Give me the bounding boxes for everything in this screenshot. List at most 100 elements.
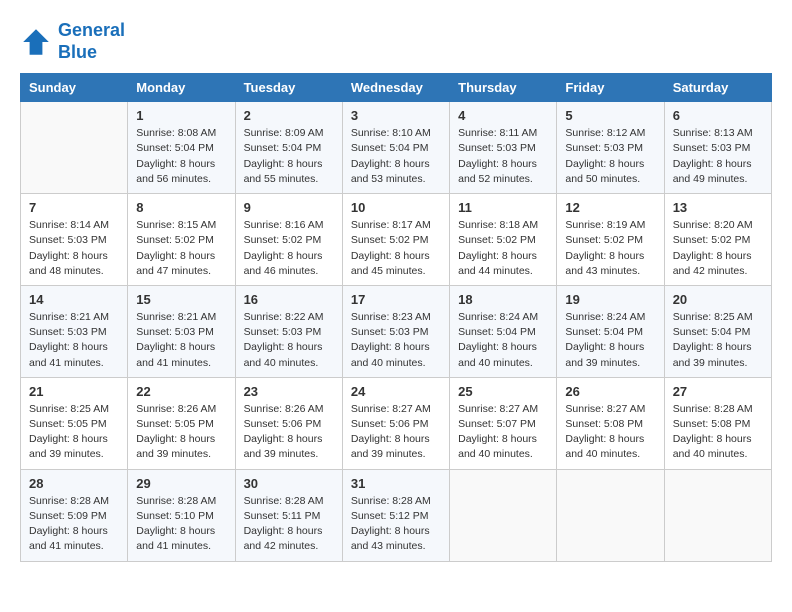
day-number: 24 [351,384,441,399]
day-info: Sunrise: 8:15 AM Sunset: 5:02 PM Dayligh… [136,218,226,279]
day-number: 23 [244,384,334,399]
calendar-week-1: 1Sunrise: 8:08 AM Sunset: 5:04 PM Daylig… [21,102,772,194]
calendar-cell [664,469,771,561]
day-info: Sunrise: 8:27 AM Sunset: 5:08 PM Dayligh… [565,402,655,463]
day-info: Sunrise: 8:26 AM Sunset: 5:06 PM Dayligh… [244,402,334,463]
day-number: 2 [244,108,334,123]
dow-header-sunday: Sunday [21,74,128,102]
dow-header-tuesday: Tuesday [235,74,342,102]
day-info: Sunrise: 8:18 AM Sunset: 5:02 PM Dayligh… [458,218,548,279]
day-info: Sunrise: 8:13 AM Sunset: 5:03 PM Dayligh… [673,126,763,187]
day-number: 11 [458,200,548,215]
day-number: 31 [351,476,441,491]
dow-header-friday: Friday [557,74,664,102]
calendar-week-2: 7 Sunrise: 8:14 AM Sunset: 5:03 PM Daylig… [21,194,772,286]
day-info: Sunrise: 8:12 AM Sunset: 5:03 PM Dayligh… [565,126,655,187]
calendar-cell: 2Sunrise: 8:09 AM Sunset: 5:04 PM Daylig… [235,102,342,194]
day-number: 12 [565,200,655,215]
day-info: Sunrise: 8:27 AM Sunset: 5:06 PM Dayligh… [351,402,441,463]
day-number: 5 [565,108,655,123]
calendar-cell: 22Sunrise: 8:26 AM Sunset: 5:05 PM Dayli… [128,377,235,469]
calendar-table: SundayMondayTuesdayWednesdayThursdayFrid… [20,73,772,561]
day-number: 10 [351,200,441,215]
day-number: 16 [244,292,334,307]
day-number: 17 [351,292,441,307]
calendar-cell: 15Sunrise: 8:21 AM Sunset: 5:03 PM Dayli… [128,285,235,377]
day-number: 4 [458,108,548,123]
day-number: 26 [565,384,655,399]
calendar-cell: 17 Sunrise: 8:23 AM Sunset: 5:03 PM Dayli… [342,285,449,377]
day-number: 25 [458,384,548,399]
calendar-cell: 26 Sunrise: 8:27 AM Sunset: 5:08 PM Dayli… [557,377,664,469]
day-info: Sunrise: 8:28 AM Sunset: 5:11 PM Dayligh… [244,494,334,555]
day-info: Sunrise: 8:25 AM Sunset: 5:04 PM Dayligh… [673,310,763,371]
calendar-cell: 11 Sunrise: 8:18 AM Sunset: 5:02 PM Dayli… [450,194,557,286]
calendar-cell: 5 Sunrise: 8:12 AM Sunset: 5:03 PM Daylig… [557,102,664,194]
dow-header-monday: Monday [128,74,235,102]
calendar-cell: 14 Sunrise: 8:21 AM Sunset: 5:03 PM Dayli… [21,285,128,377]
calendar-week-5: 28Sunrise: 8:28 AM Sunset: 5:09 PM Dayli… [21,469,772,561]
day-number: 29 [136,476,226,491]
day-info: Sunrise: 8:28 AM Sunset: 5:12 PM Dayligh… [351,494,441,555]
logo-icon [20,26,52,58]
day-info: Sunrise: 8:20 AM Sunset: 5:02 PM Dayligh… [673,218,763,279]
calendar-cell: 21Sunrise: 8:25 AM Sunset: 5:05 PM Dayli… [21,377,128,469]
calendar-cell: 25 Sunrise: 8:27 AM Sunset: 5:07 PM Dayli… [450,377,557,469]
day-number: 8 [136,200,226,215]
day-info: Sunrise: 8:24 AM Sunset: 5:04 PM Dayligh… [458,310,548,371]
calendar-cell: 13 Sunrise: 8:20 AM Sunset: 5:02 PM Dayli… [664,194,771,286]
day-info: Sunrise: 8:28 AM Sunset: 5:08 PM Dayligh… [673,402,763,463]
calendar-cell: 29 Sunrise: 8:28 AM Sunset: 5:10 PM Dayli… [128,469,235,561]
day-number: 14 [29,292,119,307]
logo: GeneralBlue [20,20,125,63]
calendar-week-4: 21Sunrise: 8:25 AM Sunset: 5:05 PM Dayli… [21,377,772,469]
calendar-cell [21,102,128,194]
day-number: 13 [673,200,763,215]
day-number: 7 [29,200,119,215]
page-header: GeneralBlue [20,20,772,63]
calendar-cell: 7 Sunrise: 8:14 AM Sunset: 5:03 PM Daylig… [21,194,128,286]
day-number: 3 [351,108,441,123]
calendar-cell: 28Sunrise: 8:28 AM Sunset: 5:09 PM Dayli… [21,469,128,561]
day-number: 6 [673,108,763,123]
calendar-body: 1Sunrise: 8:08 AM Sunset: 5:04 PM Daylig… [21,102,772,561]
calendar-cell: 12 Sunrise: 8:19 AM Sunset: 5:02 PM Dayli… [557,194,664,286]
days-of-week-row: SundayMondayTuesdayWednesdayThursdayFrid… [21,74,772,102]
calendar-cell: 24 Sunrise: 8:27 AM Sunset: 5:06 PM Dayli… [342,377,449,469]
day-info: Sunrise: 8:22 AM Sunset: 5:03 PM Dayligh… [244,310,334,371]
dow-header-thursday: Thursday [450,74,557,102]
calendar-cell: 16 Sunrise: 8:22 AM Sunset: 5:03 PM Dayli… [235,285,342,377]
calendar-cell: 27 Sunrise: 8:28 AM Sunset: 5:08 PM Dayli… [664,377,771,469]
day-number: 28 [29,476,119,491]
day-info: Sunrise: 8:28 AM Sunset: 5:10 PM Dayligh… [136,494,226,555]
calendar-cell [557,469,664,561]
day-number: 27 [673,384,763,399]
day-info: Sunrise: 8:19 AM Sunset: 5:02 PM Dayligh… [565,218,655,279]
day-number: 30 [244,476,334,491]
day-info: Sunrise: 8:24 AM Sunset: 5:04 PM Dayligh… [565,310,655,371]
day-number: 15 [136,292,226,307]
calendar-cell: 9Sunrise: 8:16 AM Sunset: 5:02 PM Daylig… [235,194,342,286]
calendar-cell [450,469,557,561]
day-info: Sunrise: 8:21 AM Sunset: 5:03 PM Dayligh… [29,310,119,371]
day-number: 1 [136,108,226,123]
day-number: 18 [458,292,548,307]
calendar-cell: 4Sunrise: 8:11 AM Sunset: 5:03 PM Daylig… [450,102,557,194]
calendar-cell: 3 Sunrise: 8:10 AM Sunset: 5:04 PM Daylig… [342,102,449,194]
day-info: Sunrise: 8:27 AM Sunset: 5:07 PM Dayligh… [458,402,548,463]
calendar-cell: 20Sunrise: 8:25 AM Sunset: 5:04 PM Dayli… [664,285,771,377]
logo-text: GeneralBlue [58,20,125,63]
day-info: Sunrise: 8:14 AM Sunset: 5:03 PM Dayligh… [29,218,119,279]
day-info: Sunrise: 8:10 AM Sunset: 5:04 PM Dayligh… [351,126,441,187]
calendar-cell: 10 Sunrise: 8:17 AM Sunset: 5:02 PM Dayli… [342,194,449,286]
calendar-cell: 19Sunrise: 8:24 AM Sunset: 5:04 PM Dayli… [557,285,664,377]
day-info: Sunrise: 8:26 AM Sunset: 5:05 PM Dayligh… [136,402,226,463]
day-info: Sunrise: 8:17 AM Sunset: 5:02 PM Dayligh… [351,218,441,279]
dow-header-wednesday: Wednesday [342,74,449,102]
calendar-cell: 31 Sunrise: 8:28 AM Sunset: 5:12 PM Dayli… [342,469,449,561]
calendar-cell: 30 Sunrise: 8:28 AM Sunset: 5:11 PM Dayli… [235,469,342,561]
day-info: Sunrise: 8:23 AM Sunset: 5:03 PM Dayligh… [351,310,441,371]
day-info: Sunrise: 8:16 AM Sunset: 5:02 PM Dayligh… [244,218,334,279]
day-info: Sunrise: 8:25 AM Sunset: 5:05 PM Dayligh… [29,402,119,463]
calendar-cell: 6 Sunrise: 8:13 AM Sunset: 5:03 PM Daylig… [664,102,771,194]
